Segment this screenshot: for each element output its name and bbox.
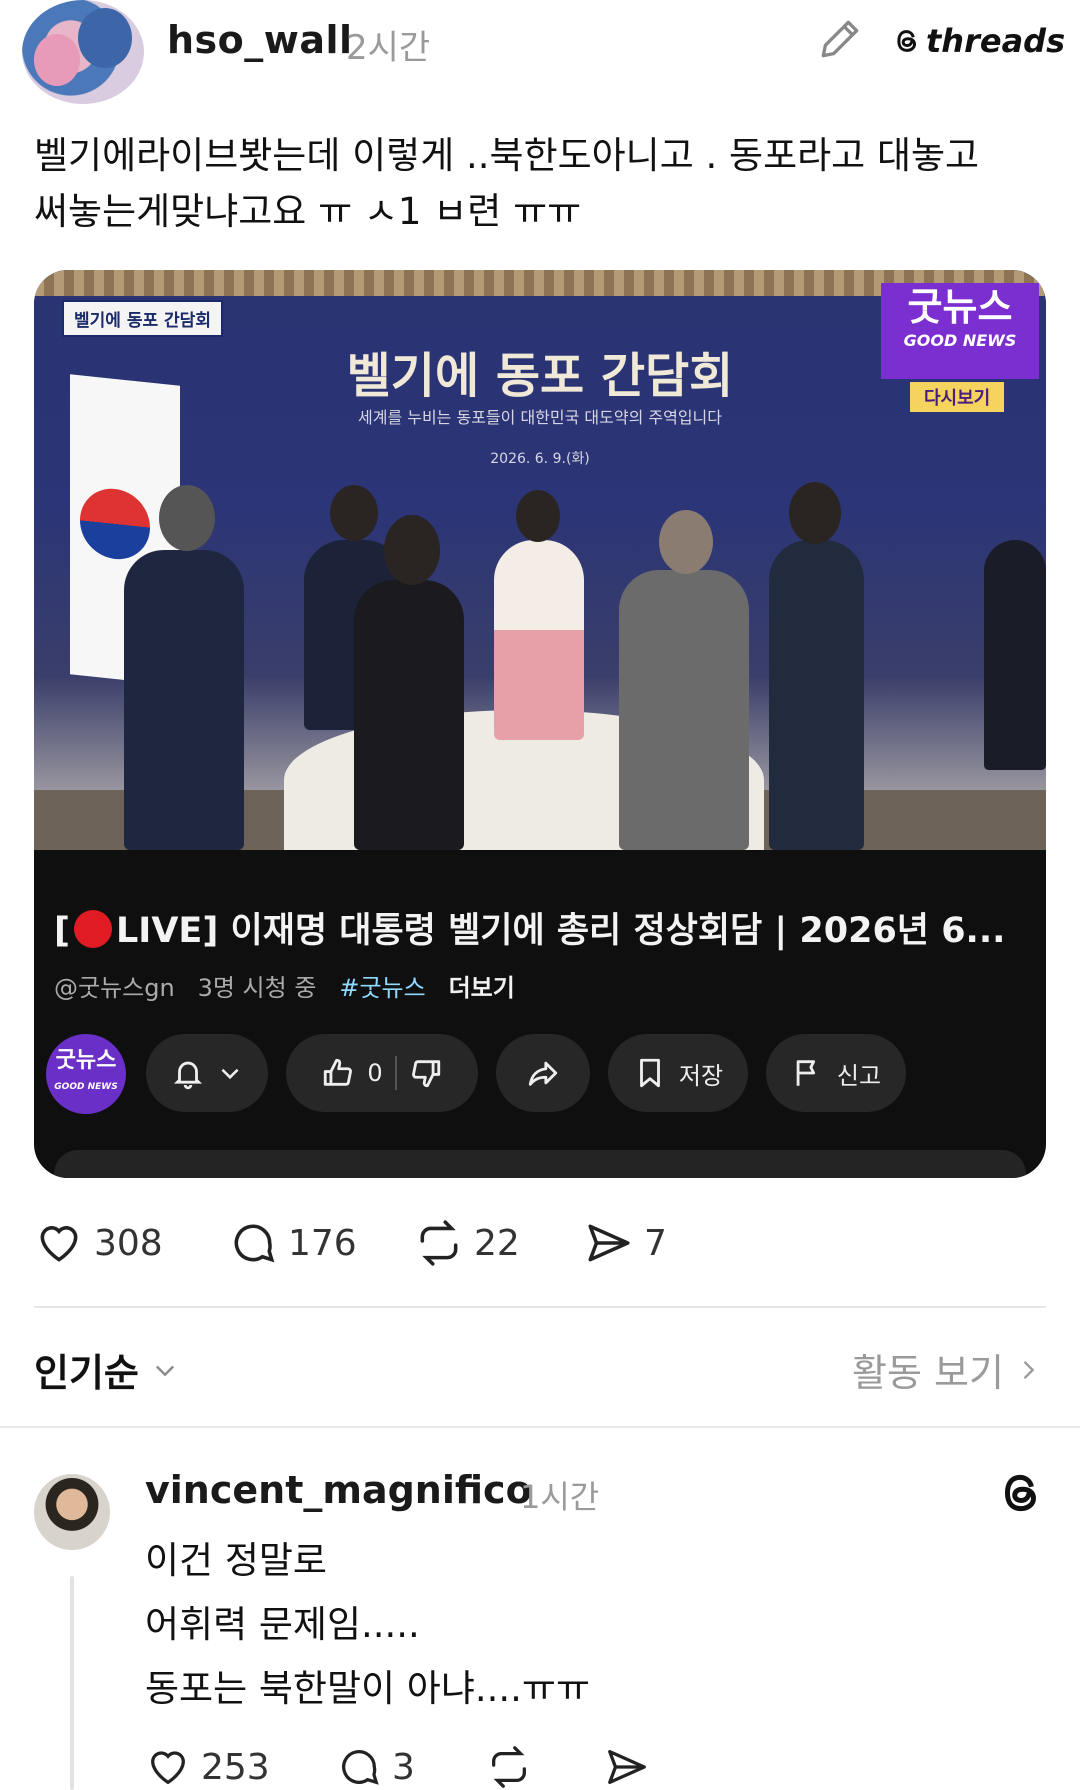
person-1-head (159, 485, 215, 551)
like-button[interactable]: 308 (34, 1218, 163, 1268)
save-button[interactable]: 저장 (608, 1034, 748, 1112)
video-meta: @굿뉴스gn 3명 시청 중 #굿뉴스 더보기 (54, 968, 515, 1003)
banner-date: 2026. 6. 9.(화) (490, 451, 590, 467)
threads-icon (897, 30, 917, 52)
thumbs-down-icon[interactable] (409, 1056, 443, 1090)
commenter-username[interactable]: vincent_magnifico (145, 1468, 532, 1512)
person-5 (769, 540, 864, 850)
comment-like-button[interactable]: 253 (145, 1744, 270, 1790)
person-6 (984, 540, 1046, 770)
share-button[interactable] (496, 1034, 590, 1112)
channel-avatar[interactable]: 굿뉴스 GOOD NEWS (46, 1034, 126, 1114)
comment-icon (342, 1750, 379, 1785)
goodnews-logo: 굿뉴스 GOOD NEWS (881, 283, 1039, 379)
author-avatar[interactable] (22, 0, 144, 104)
reply-count: 176 (288, 1222, 357, 1264)
share-count: 7 (644, 1222, 667, 1264)
post-time: 2시간 (346, 28, 431, 68)
share-icon (528, 1061, 558, 1086)
chevron-right-icon (1023, 1360, 1035, 1379)
send-icon (588, 1224, 630, 1262)
commenter-avatar[interactable] (34, 1474, 110, 1550)
comment-repost-button[interactable] (486, 1744, 532, 1790)
comment-reply-count: 3 (392, 1746, 415, 1788)
video-title-text: LIVE] 이재명 대통령 벨기에 총리 정상회담 | 2026년 6... (116, 911, 1006, 951)
person-4 (619, 570, 749, 850)
thumbs-up-icon[interactable] (321, 1056, 355, 1090)
person-1 (124, 550, 244, 850)
stats-divider (34, 1306, 1046, 1308)
heart-icon (40, 1226, 78, 1262)
reply-button[interactable]: 176 (228, 1218, 357, 1268)
person-4-head (659, 510, 713, 574)
like-dislike-pill[interactable]: 0 (286, 1034, 478, 1112)
comment-reply-button[interactable]: 3 (336, 1744, 415, 1790)
person-hanbok (494, 540, 584, 740)
video-thumbnail[interactable]: 벨기에 동포 간담회 벨기에 동포 간담회 세계를 누비는 동포들이 대한민국 … (34, 270, 1046, 850)
repost-button[interactable]: 22 (414, 1218, 520, 1268)
video-title-bracket: [ (54, 911, 70, 951)
person-3 (354, 580, 464, 850)
author-username[interactable]: hso_wall (167, 18, 353, 62)
post-text-line2: 써놓는게맞냐고요 ㅠ ㅅ1 ㅂ련 ㅠㅠ (34, 190, 582, 233)
person-5-head (789, 482, 841, 544)
video-card[interactable]: 벨기에 동포 간담회 벨기에 동포 간담회 세계를 누비는 동포들이 대한민국 … (34, 270, 1046, 1178)
more-link[interactable]: 더보기 (449, 974, 515, 1002)
like-count: 308 (94, 1222, 163, 1264)
bookmark-icon (639, 1058, 660, 1088)
threads-brand: threads (892, 22, 1065, 60)
sort-dropdown[interactable]: 인기순 (34, 1342, 179, 1397)
person-2-head (330, 485, 378, 541)
chevron-down-icon (155, 1365, 174, 1376)
repost-count: 22 (474, 1222, 520, 1264)
replay-badge: 다시보기 (910, 382, 1005, 412)
logo-english: GOOD NEWS (903, 331, 1017, 350)
logo-korean: 굿뉴스 (907, 285, 1013, 329)
activity-label: 활동 보기 (852, 1351, 1004, 1395)
post-body: 벨기에라이브봣는데 이렇게 ..북한도아니고 . 동포라고 대놓고 써놓는게맞냐… (34, 128, 1044, 240)
threads-wordmark: threads (926, 22, 1066, 60)
comment-icon (234, 1224, 275, 1263)
video-title[interactable]: [ LIVE] 이재명 대통령 벨기에 총리 정상회담 | 2026년 6... (54, 902, 1034, 953)
channel-avatar-sub: GOOD NEWS (54, 1082, 118, 1092)
section-divider (0, 1426, 1080, 1428)
comment-line1: 이건 정말로 (145, 1539, 327, 1582)
repost-icon (420, 1220, 458, 1266)
hashtag-link[interactable]: #굿뉴스 (339, 974, 425, 1002)
save-label: 저장 (678, 1061, 724, 1090)
report-button[interactable]: 신고 (766, 1034, 906, 1112)
comment-send-button[interactable] (604, 1744, 650, 1790)
comment-time: 1시간 (520, 1478, 600, 1516)
card-bottom-panel (54, 1150, 1026, 1178)
send-icon (608, 1750, 646, 1784)
flag-icon (796, 1060, 815, 1086)
bell-icon (173, 1061, 203, 1090)
repost-icon (492, 1746, 526, 1788)
send-button[interactable]: 7 (584, 1218, 667, 1268)
post-text-line1: 벨기에라이브봣는데 이렇게 ..북한도아니고 . 동포라고 대놓고 (34, 134, 980, 177)
like-count: 0 (367, 1059, 383, 1087)
sort-label: 인기순 (34, 1351, 139, 1395)
channel-avatar-text: 굿뉴스 (55, 1048, 117, 1073)
heart-icon (151, 1751, 185, 1785)
report-label: 신고 (836, 1061, 882, 1090)
corner-tag: 벨기에 동포 간담회 (62, 300, 223, 337)
thread-connector-line (70, 1576, 74, 1790)
comment-line2: 어휘력 문제임..... (145, 1603, 420, 1646)
person-hanbok-head (516, 490, 560, 542)
pill-separator (394, 1056, 397, 1090)
live-dot-icon (74, 910, 112, 948)
viewer-count: 3명 시청 중 (197, 974, 317, 1002)
person-3-head (384, 515, 440, 585)
threads-icon[interactable] (996, 1468, 1046, 1518)
channel-handle[interactable]: @굿뉴스gn (54, 974, 175, 1002)
comment-like-count: 253 (201, 1746, 270, 1788)
view-activity-link[interactable]: 활동 보기 (852, 1342, 1042, 1397)
subscribe-bell-button[interactable] (146, 1034, 268, 1112)
chevron-down-icon (221, 1068, 239, 1080)
comment-line3: 동포는 북한말이 아냐....ㅠㅠ (145, 1667, 591, 1710)
banner-subtitle: 세계를 누비는 동포들이 대한민국 대도약의 주역입니다 (358, 408, 722, 427)
edit-icon[interactable] (815, 14, 865, 64)
